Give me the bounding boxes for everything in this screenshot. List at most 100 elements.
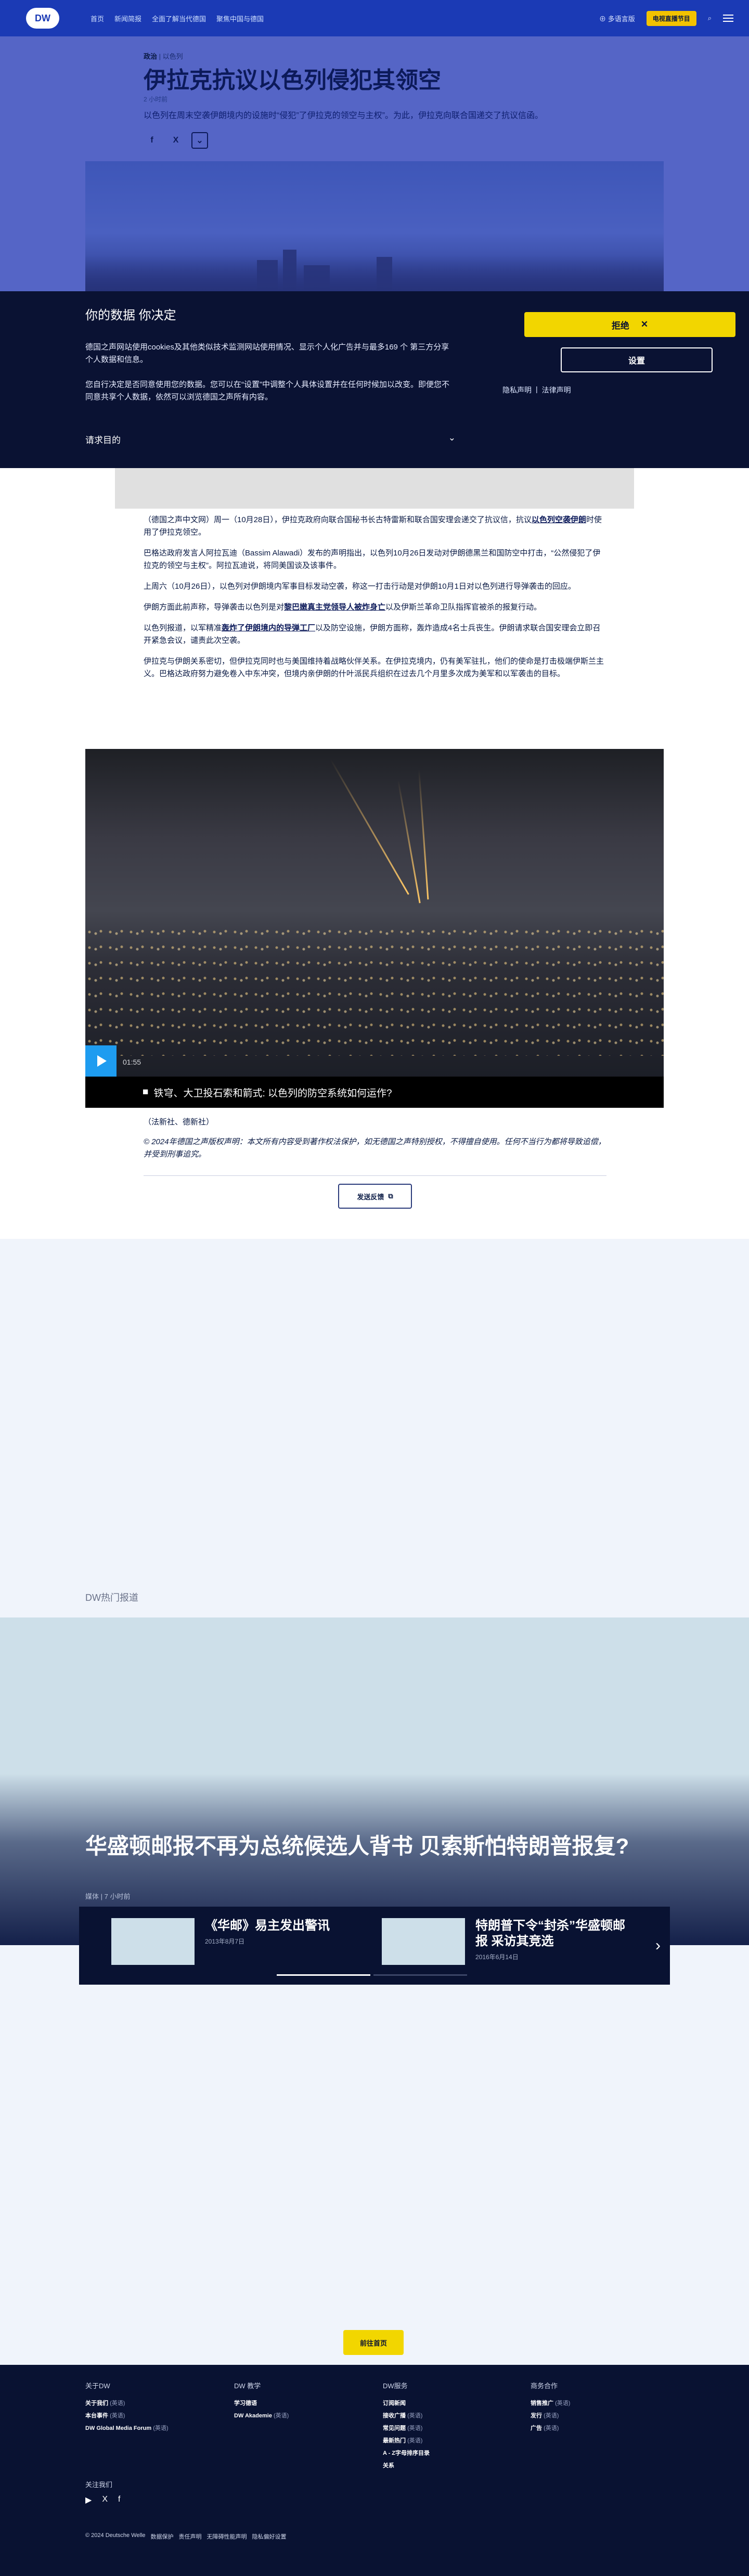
video-caption-bar: ■ 铁穹、大卫投石索和箭式: 以色列的防空系统如何运作? — [85, 1077, 664, 1108]
card-title: 特朗普下令“封杀”华盛顿邮报 采访其竞选 — [475, 1919, 625, 1948]
home-button[interactable]: 前往首页 — [343, 2330, 404, 2355]
rocket-streak — [418, 769, 429, 900]
share-more-icon[interactable]: ⌄ — [191, 132, 208, 149]
footer-link[interactable]: 接收广播 (英语) — [383, 2411, 430, 2419]
feedback-label: 发送反馈 — [357, 1193, 384, 1201]
footer-link[interactable]: DW Akademie (英语) — [234, 2411, 289, 2419]
language-switcher[interactable]: ⊕ 多语言版 — [599, 14, 635, 23]
consent-title: 你的数据 你决定 — [85, 308, 176, 322]
follow-us-label: 关注我们 — [85, 2481, 113, 2489]
carousel-pagination — [277, 1974, 467, 1976]
copyright-text: © 2024 Deutsche Welle — [85, 2532, 146, 2539]
share-bar: f X ⌄ — [144, 132, 208, 149]
footer-link[interactable]: 学习德语 — [234, 2399, 289, 2407]
link-missile-factory[interactable]: 轰炸了伊朗境内的导弹工厂 — [222, 624, 315, 632]
feedback-button[interactable]: 发送反馈 ⧉ — [338, 1184, 412, 1209]
video-camera-icon: ■ — [143, 1086, 149, 1097]
reject-label: 拒绝 — [611, 320, 629, 331]
paragraph: 上周六（10月26日），以色列对伊朗境内军事目标发动空袭，称这一打击行动是对伊朗… — [144, 582, 576, 591]
live-tv-button[interactable]: 电视直播节目 — [646, 10, 696, 26]
legal-link[interactable]: 数据保护 — [151, 2532, 174, 2541]
card-date: 2016年6月14日 — [475, 1953, 519, 1961]
footer-link[interactable]: 最新热门 (英语) — [383, 2436, 430, 2444]
search-icon[interactable]: ⌕ — [708, 14, 712, 22]
kicker-region[interactable]: 以色列 — [163, 53, 183, 60]
card-title: 《华邮》易主发出警讯 — [205, 1919, 330, 1933]
footer-link[interactable]: 订阅新闻 — [383, 2399, 430, 2407]
request-purpose-label: 请求目的 — [85, 435, 121, 445]
globe-icon: ⊕ — [599, 15, 606, 23]
legal-link[interactable]: 法律声明 — [542, 385, 571, 395]
facebook-icon[interactable]: f — [144, 132, 160, 149]
paragraph: 巴格达政府发言人阿拉瓦迪（Bassim Alawadi）发布的声明指出，以色列1… — [144, 549, 601, 570]
nav-item-home[interactable]: 首页 — [91, 14, 104, 23]
consent-links: 隐私声明 | 法律声明 — [502, 385, 571, 395]
footer-link[interactable]: A - Z字母排序目录 — [383, 2449, 430, 2457]
article-header: 政治 | 以色列 伊拉克抗议以色列侵犯其领空 2 小时前 以色列在周末空袭伊朗境… — [0, 36, 749, 291]
publish-time: 2 小时前 — [144, 96, 168, 103]
hot-stories-label: DW热门报道 — [85, 1593, 138, 1603]
chevron-right-icon[interactable]: › — [655, 1937, 661, 1954]
youtube-icon[interactable]: ▶ — [85, 2495, 92, 2505]
rocket-streak — [330, 759, 409, 895]
link-hezbollah[interactable]: 黎巴嫩真主党领导人被炸身亡 — [284, 603, 385, 612]
legal-link[interactable]: 隐私偏好设置 — [252, 2532, 287, 2541]
footer-link[interactable]: 关系 — [383, 2461, 430, 2469]
feature-title[interactable]: 华盛顿邮报不再为总统候选人背书 贝索斯怕特朗普报复? — [85, 1832, 657, 1861]
kicker-category[interactable]: 政治 — [144, 53, 157, 60]
paragraph: （德国之声中文网）周一（10月28日），伊拉克政府向联合国秘书长古特雷斯和联合国… — [144, 515, 602, 537]
footer-link[interactable]: 销售推广 (英语) — [531, 2399, 570, 2407]
settings-button[interactable]: 设置 — [561, 347, 713, 372]
footer-col-business: 商务合作 销售推广 (英语) 发行 (英语) 广告 (英语) — [531, 2380, 570, 2436]
footer-link[interactable]: 本台事件 (英语) — [85, 2411, 169, 2419]
top-navigation-bar: DW 首页 新闻简报 全面了解当代德国 聚焦中国与德国 ⊕ 多语言版 电视直播节… — [0, 0, 749, 36]
hamburger-icon[interactable] — [723, 15, 733, 22]
carousel-card[interactable]: 《华邮》易主发出警讯 2013年8月7日 — [111, 1918, 330, 1965]
story-carousel: 《华邮》易主发出警讯 2013年8月7日 特朗普下令“封杀”华盛顿邮报 采访其竞… — [79, 1907, 670, 1985]
nav-item-briefing[interactable]: 新闻简报 — [114, 14, 141, 23]
facebook-icon[interactable]: f — [118, 2495, 120, 2505]
footer: 关于DW 关于我们 (英语) 本台事件 (英语) DW Global Media… — [0, 2365, 749, 2576]
footer-link[interactable]: 广告 (英语) — [531, 2424, 570, 2432]
article-title: 伊拉克抗议以色列侵犯其领空 — [144, 68, 441, 93]
video-player[interactable]: 01:55 ■ 铁穹、大卫投石索和箭式: 以色列的防空系统如何运作? — [85, 749, 664, 1108]
source-credit: （法新社、德新社） — [144, 1118, 214, 1127]
carousel-card[interactable]: 特朗普下令“封杀”华盛顿邮报 采访其竞选 2016年6月14日 — [382, 1918, 637, 1965]
paragraph: 伊拉克与伊朗关系密切，但伊拉克同时也与美国维持着战略伙伴关系。在伊拉克境内，仍有… — [144, 657, 604, 678]
footer-link[interactable]: DW Global Media Forum (英语) — [85, 2424, 169, 2432]
footer-link[interactable]: 关于我们 (英语) — [85, 2399, 169, 2407]
carousel-dot[interactable] — [277, 1974, 370, 1976]
footer-col-title: DW 教学 — [234, 2382, 261, 2390]
consent-text-2: 您自行决定是否同意使用您的数据。您可以在“设置”中调整个人具体设置并在任何时候加… — [85, 380, 449, 402]
reject-button[interactable]: 拒绝 ✕ — [524, 312, 735, 337]
request-purpose-toggle[interactable]: 请求目的 ⌄ — [85, 433, 456, 446]
legal-link[interactable]: 责任声明 — [179, 2532, 202, 2541]
x-icon[interactable]: X — [167, 132, 184, 149]
footer-link[interactable]: 发行 (英语) — [531, 2411, 570, 2419]
footer-col-title: 商务合作 — [531, 2382, 558, 2390]
footer-col-services: DW服务 订阅新闻 接收广播 (英语) 常见问题 (英语) 最新热门 (英语) … — [383, 2380, 430, 2474]
play-icon[interactable] — [85, 1045, 117, 1077]
link-separator: | — [536, 385, 538, 393]
privacy-link[interactable]: 隐私声明 — [502, 385, 532, 395]
video-caption: 铁穹、大卫投石索和箭式: 以色列的防空系统如何运作? — [153, 1088, 392, 1099]
main-nav: 首页 新闻简报 全面了解当代德国 聚焦中国与德国 — [91, 14, 264, 23]
kicker: 政治 | 以色列 — [144, 53, 183, 60]
link-airstrike[interactable]: 以色列空袭伊朗 — [532, 515, 586, 524]
nav-item-germany[interactable]: 全面了解当代德国 — [152, 14, 206, 23]
nav-item-china[interactable]: 聚焦中国与德国 — [216, 14, 264, 23]
footer-link[interactable]: 常见问题 (英语) — [383, 2424, 430, 2432]
card-thumbnail — [382, 1918, 465, 1965]
chevron-down-icon: ⌄ — [448, 433, 456, 443]
feature-story[interactable]: 华盛顿邮报不再为总统候选人背书 贝索斯怕特朗普报复? 媒体 | 7 小时前 — [0, 1617, 749, 1945]
article-body: （德国之声中文网）周一（10月28日），伊拉克政府向联合国秘书长古特雷斯和联合国… — [144, 514, 605, 689]
legal-link[interactable]: 无障碍性能声明 — [207, 2532, 247, 2541]
x-icon[interactable]: X — [102, 2495, 108, 2505]
dw-logo[interactable]: DW — [26, 8, 59, 29]
paragraph: 伊朗方面此前声称，导弹袭击以色列是对黎巴嫩真主党领导人被炸身亡以及伊斯兰革命卫队… — [144, 603, 542, 612]
article-teaser: 以色列在周末空袭伊朗境内的设施时“侵犯”了伊拉克的领空与主权”。为此，伊拉克向联… — [144, 111, 543, 120]
consent-text-1: 德国之声网站使用cookies及其他类似技术监测网站使用情况、显示个人化广告并与… — [85, 343, 449, 364]
divider — [144, 1175, 606, 1176]
carousel-dot[interactable] — [373, 1974, 467, 1976]
social-links: ▶ X f — [85, 2495, 120, 2505]
